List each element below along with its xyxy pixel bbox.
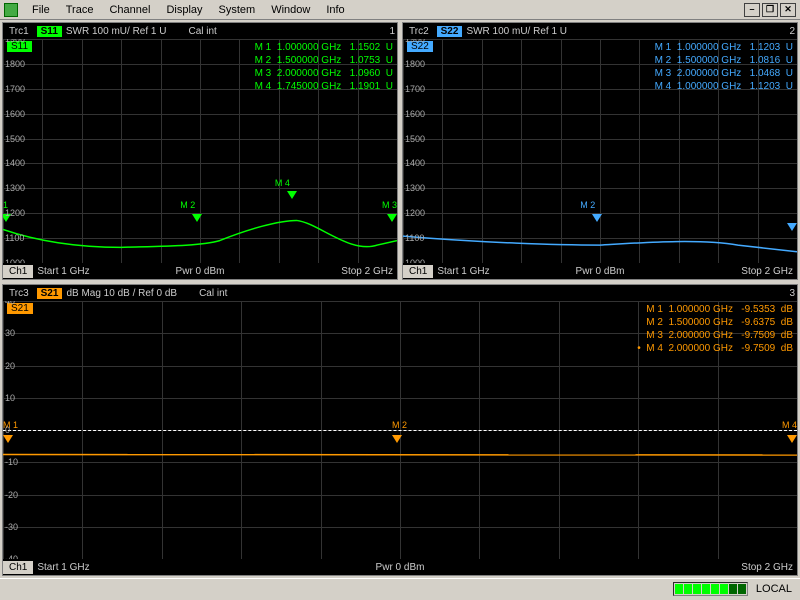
workspace: Trc1 S11 SWR 100 mU/ Ref 1 U Cal int 1 S…: [0, 20, 800, 578]
sparam-badge: S21: [37, 288, 63, 299]
panel-footer: Ch1 Start 1 GHz Pwr 0 dBm Stop 2 GHz: [3, 263, 397, 279]
menubar: File Trace Channel Display System Window…: [0, 0, 800, 20]
marker-m2-label: M 2: [180, 200, 195, 210]
menu-system[interactable]: System: [211, 2, 264, 18]
status-led-strip: [673, 582, 748, 596]
y-axis-label: 1900: [405, 39, 425, 44]
trace-label: Trc1: [5, 26, 33, 37]
menu-channel[interactable]: Channel: [101, 2, 158, 18]
marker-table: M 1 1.000000 GHz -9.5353 dB M 2 1.500000…: [637, 303, 793, 355]
start-freq: Start 1 GHz: [37, 266, 89, 277]
trace-label: Trc3: [5, 288, 33, 299]
y-axis-label: 1300: [5, 183, 25, 193]
marker-m3-label: M 3: [382, 200, 397, 210]
trace-label: Trc2: [405, 26, 433, 37]
format-label: SWR 100 mU/ Ref 1 U: [66, 26, 167, 37]
channel-label: Ch1: [3, 561, 33, 574]
marker-m34-label: M 4: [782, 420, 797, 430]
stop-freq: Stop 2 GHz: [341, 266, 393, 277]
start-freq: Start 1 GHz: [37, 562, 89, 573]
power-label: Pwr 0 dBm: [576, 266, 625, 277]
y-axis-label: 0: [5, 425, 10, 435]
panel-footer: Ch1 Start 1 GHz Pwr 0 dBm Stop 2 GHz: [3, 559, 797, 575]
marker-m3-icon[interactable]: [387, 214, 397, 222]
marker-m2-icon[interactable]: [592, 214, 602, 222]
menu-file[interactable]: File: [24, 2, 58, 18]
marker-m2-label: M 2: [392, 420, 407, 430]
menu-info[interactable]: Info: [318, 2, 352, 18]
y-axis-label: -30: [5, 522, 18, 532]
minimize-button[interactable]: –: [744, 3, 760, 17]
marker-table: M 1 1.000000 GHz 1.1502 U M 2 1.500000 G…: [255, 41, 393, 93]
menu-display[interactable]: Display: [158, 2, 210, 18]
stop-freq: Stop 2 GHz: [741, 562, 793, 573]
format-label: dB Mag 10 dB / Ref 0 dB: [66, 288, 177, 299]
y-axis-label: 1300: [405, 183, 425, 193]
y-axis-label: 1800: [5, 59, 25, 69]
plot-area-s22[interactable]: S22 M 1 1.000000 GHz 1.1203 U M 2 1.5000…: [403, 39, 797, 263]
app-icon: [4, 3, 18, 17]
power-label: Pwr 0 dBm: [176, 266, 225, 277]
y-axis-label: 1800: [405, 59, 425, 69]
sparam-badge: S22: [437, 26, 463, 37]
plot-area-s21[interactable]: S21 M 1 1.000000 GHz -9.5353 dB M 2 1.50…: [3, 301, 797, 559]
marker-m3-icon[interactable]: [787, 223, 797, 231]
start-freq: Start 1 GHz: [437, 266, 489, 277]
marker-m2-icon[interactable]: [392, 435, 402, 443]
y-axis-label: 1400: [5, 158, 25, 168]
trace-panel-s21[interactable]: Trc3 S21 dB Mag 10 dB / Ref 0 dB Cal int…: [2, 284, 798, 576]
y-axis-label: 1700: [5, 84, 25, 94]
panel-header: Trc3 S21 dB Mag 10 dB / Ref 0 dB Cal int…: [3, 285, 797, 301]
y-axis-label: 1400: [405, 158, 425, 168]
panel-header: Trc2 S22 SWR 100 mU/ Ref 1 U 2: [403, 23, 797, 39]
panel-footer: Ch1 Start 1 GHz Pwr 0 dBm Stop 2 GHz: [403, 263, 797, 279]
menu-window[interactable]: Window: [263, 2, 318, 18]
maximize-button[interactable]: ❐: [762, 3, 778, 17]
window-controls: – ❐ ✕: [744, 3, 796, 17]
marker-m4-icon[interactable]: [287, 191, 297, 199]
sparam-badge: S11: [37, 26, 62, 37]
menu-trace[interactable]: Trace: [58, 2, 102, 18]
trace-panel-s11[interactable]: Trc1 S11 SWR 100 mU/ Ref 1 U Cal int 1 S…: [2, 22, 398, 280]
y-axis-label: 30: [5, 328, 15, 338]
y-axis-label: 1900: [5, 39, 25, 44]
y-axis-label: 1500: [5, 134, 25, 144]
marker-m2-icon[interactable]: [192, 214, 202, 222]
channel-label: Ch1: [3, 265, 33, 278]
y-axis-label: 1100: [5, 233, 24, 243]
cal-label: Cal int: [188, 26, 216, 37]
marker-m4-label: M 4: [275, 178, 290, 188]
y-axis-label: 1200: [5, 208, 25, 218]
panel-header: Trc1 S11 SWR 100 mU/ Ref 1 U Cal int 1: [3, 23, 397, 39]
y-axis-label: 40: [5, 301, 15, 306]
marker-table: M 1 1.000000 GHz 1.1203 U M 2 1.500000 G…: [655, 41, 793, 93]
close-button[interactable]: ✕: [780, 3, 796, 17]
marker-m2-label: M 2: [580, 200, 595, 210]
y-axis-label: -10: [5, 457, 18, 467]
y-axis-label: -20: [5, 490, 18, 500]
y-axis-label: 1500: [405, 134, 425, 144]
reference-line: [3, 430, 797, 431]
y-axis-label: 1100: [405, 233, 424, 243]
plot-area-s11[interactable]: S11 M 1 1.000000 GHz 1.1502 U M 2 1.5000…: [3, 39, 397, 263]
status-local: LOCAL: [756, 583, 792, 595]
marker-m3-icon[interactable]: [787, 435, 797, 443]
trace-panel-s22[interactable]: Trc2 S22 SWR 100 mU/ Ref 1 U 2 S22 M 1 1…: [402, 22, 798, 280]
statusbar: LOCAL: [0, 578, 800, 598]
y-axis-label: 1600: [405, 109, 425, 119]
y-axis-label: 1600: [5, 109, 25, 119]
y-axis-label: 1200: [405, 208, 425, 218]
format-label: SWR 100 mU/ Ref 1 U: [466, 26, 567, 37]
panel-index: 3: [789, 288, 795, 299]
y-axis-label: 20: [5, 361, 15, 371]
channel-label: Ch1: [403, 265, 433, 278]
marker-m1-icon[interactable]: [3, 435, 13, 443]
panel-index: 1: [389, 26, 395, 37]
stop-freq: Stop 2 GHz: [741, 266, 793, 277]
power-label: Pwr 0 dBm: [376, 562, 425, 573]
panel-index: 2: [789, 26, 795, 37]
y-axis-label: 1700: [405, 84, 425, 94]
y-axis-label: 10: [5, 393, 15, 403]
cal-label: Cal int: [199, 288, 227, 299]
